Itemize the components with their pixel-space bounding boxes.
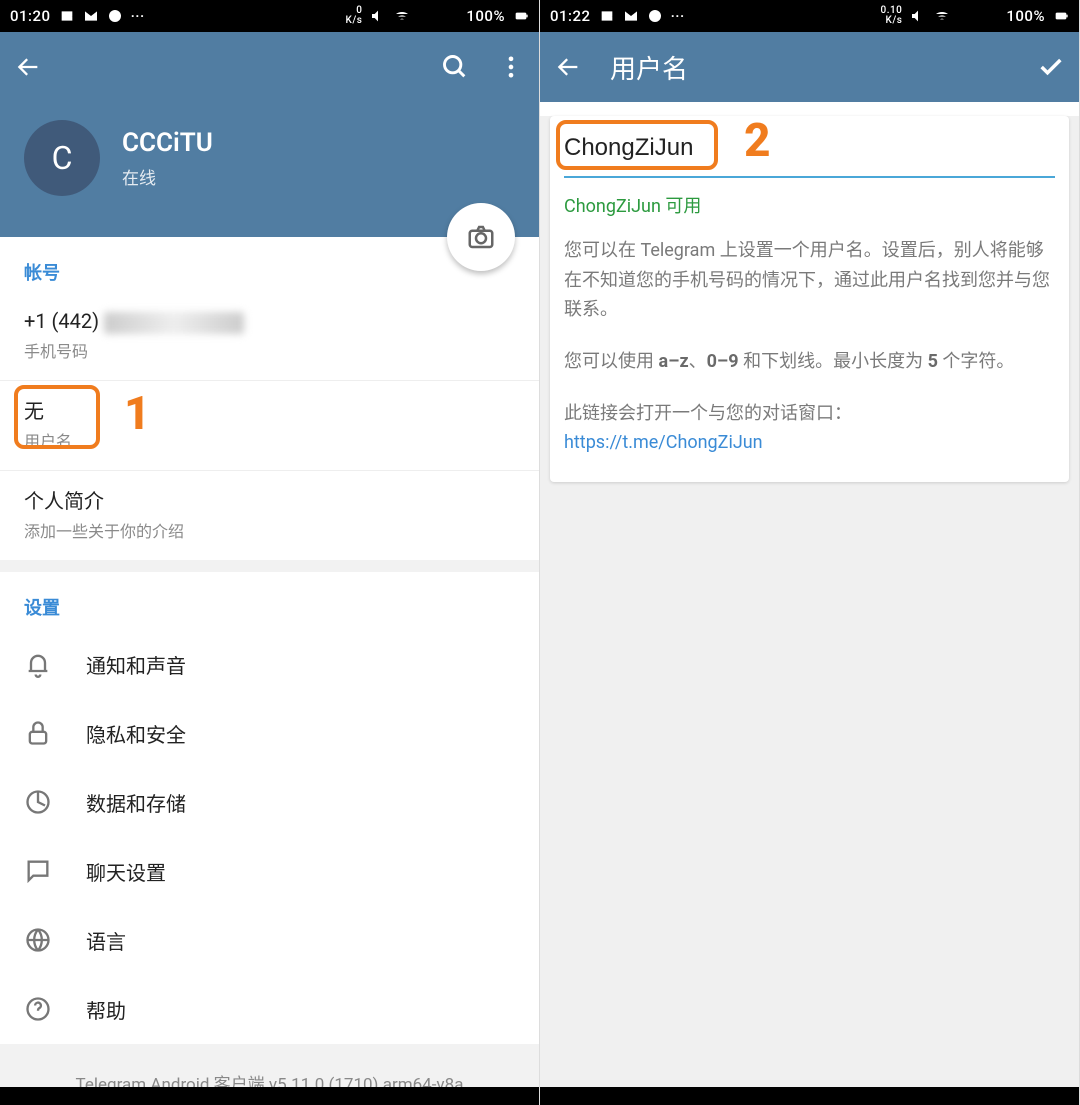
chat-icon — [24, 857, 52, 885]
settings-item-label: 数据和存储 — [86, 788, 186, 817]
help-icon — [24, 995, 52, 1023]
account-section: 帐号 +1 (442) 手机号码 无 用户名 1 个人简介 添加一些关于你的介绍 — [0, 237, 539, 560]
avatar-initial: C — [52, 139, 73, 177]
description-paragraph-2: 您可以使用 a–z、0–9 和下划线。最小长度为 5 个字符。 — [564, 347, 1055, 377]
description-paragraph-3: 此链接会打开一个与您的对话窗口： https://t.me/ChongZiJun — [564, 399, 1055, 458]
back-icon[interactable] — [14, 53, 42, 81]
settings-item-data[interactable]: 数据和存储 — [0, 768, 539, 837]
confirm-icon[interactable] — [1037, 53, 1065, 81]
settings-item-language[interactable]: 语言 — [0, 906, 539, 975]
bio-row[interactable]: 个人简介 添加一些关于你的介绍 — [0, 471, 539, 560]
status-time: 01:20 — [10, 7, 51, 25]
settings-item-label: 通知和声音 — [86, 650, 186, 679]
phone-label: 手机号码 — [24, 338, 515, 362]
phone-right: 01:22 ··· 0.10 K/s 100% 用户名 — [540, 0, 1080, 1105]
nav-bar — [540, 1087, 1079, 1105]
back-icon[interactable] — [554, 53, 582, 81]
app-bar: 用户名 — [540, 32, 1079, 102]
battery-icon — [1053, 8, 1069, 24]
mail-icon — [83, 8, 99, 24]
username-card: 2 ChongZiJun 可用 您可以在 Telegram 上设置一个用户名。设… — [550, 116, 1069, 482]
camera-fab[interactable] — [447, 203, 515, 271]
username-row[interactable]: 无 用户名 1 — [0, 381, 539, 471]
more-icon: ··· — [671, 7, 685, 25]
signal-icon-2 — [982, 8, 998, 24]
settings-item-label: 语言 — [86, 926, 126, 955]
description-paragraph-1: 您可以在 Telegram 上设置一个用户名。设置后，别人将能够在不知道您的手机… — [564, 236, 1055, 325]
phone-prefix: +1 (442) — [24, 309, 104, 333]
settings-item-privacy[interactable]: 隐私和安全 — [0, 699, 539, 768]
data-icon — [24, 788, 52, 816]
signal-icon — [958, 8, 974, 24]
username-value: 无 — [24, 395, 515, 424]
search-icon[interactable] — [441, 53, 469, 81]
app-bar — [0, 32, 539, 102]
bell-icon — [24, 650, 52, 678]
chat-icon — [107, 8, 123, 24]
settings-item-label: 聊天设置 — [86, 857, 166, 886]
wifi-icon — [394, 8, 410, 24]
phone-blurred — [104, 312, 244, 334]
mute-icon — [910, 8, 926, 24]
username-available: ChongZiJun 可用 — [564, 192, 1055, 218]
status-time: 01:22 — [550, 7, 591, 25]
settings-section: 设置 通知和声音 隐私和安全 数据和存储 聊天设置 语言 帮助 — [0, 560, 539, 1044]
mail-icon — [623, 8, 639, 24]
signal-icon-2 — [442, 8, 458, 24]
avatar[interactable]: C — [24, 120, 100, 196]
battery-percent: 100% — [466, 7, 505, 25]
username-input[interactable] — [564, 134, 1055, 162]
chat-icon — [647, 8, 663, 24]
status-bar: 01:20 ··· 0 K/s 100% — [0, 0, 539, 32]
battery-icon — [513, 8, 529, 24]
signal-icon — [418, 8, 434, 24]
profile-header: C CCCiTU 在线 — [0, 102, 539, 237]
settings-header: 设置 — [0, 572, 539, 630]
camera-icon — [466, 222, 496, 252]
lock-icon — [24, 719, 52, 747]
bio-value: 个人简介 — [24, 485, 515, 514]
profile-status: 在线 — [122, 164, 213, 189]
more-vert-icon[interactable] — [497, 53, 525, 81]
more-icon: ··· — [131, 7, 145, 25]
settings-item-notifications[interactable]: 通知和声音 — [0, 630, 539, 699]
phone-left: 01:20 ··· 0 K/s 100% — [0, 0, 540, 1105]
battery-percent: 100% — [1006, 7, 1045, 25]
settings-item-chat[interactable]: 聊天设置 — [0, 837, 539, 906]
username-label: 用户名 — [24, 428, 515, 452]
phone-row[interactable]: +1 (442) 手机号码 — [0, 295, 539, 381]
bio-label: 添加一些关于你的介绍 — [24, 518, 515, 542]
net-speed: 0.10 K/s — [881, 6, 903, 26]
image-icon — [599, 8, 615, 24]
image-icon — [59, 8, 75, 24]
settings-item-help[interactable]: 帮助 — [0, 975, 539, 1044]
mute-icon — [370, 8, 386, 24]
profile-name: CCCiTU — [122, 128, 213, 158]
net-speed: 0 K/s — [346, 6, 363, 26]
settings-item-label: 帮助 — [86, 995, 126, 1024]
globe-icon — [24, 926, 52, 954]
wifi-icon — [934, 8, 950, 24]
page-title: 用户名 — [610, 49, 688, 86]
nav-bar — [0, 1087, 539, 1105]
settings-item-label: 隐私和安全 — [86, 719, 186, 748]
status-bar: 01:22 ··· 0.10 K/s 100% — [540, 0, 1079, 32]
profile-link[interactable]: https://t.me/ChongZiJun — [564, 432, 763, 453]
